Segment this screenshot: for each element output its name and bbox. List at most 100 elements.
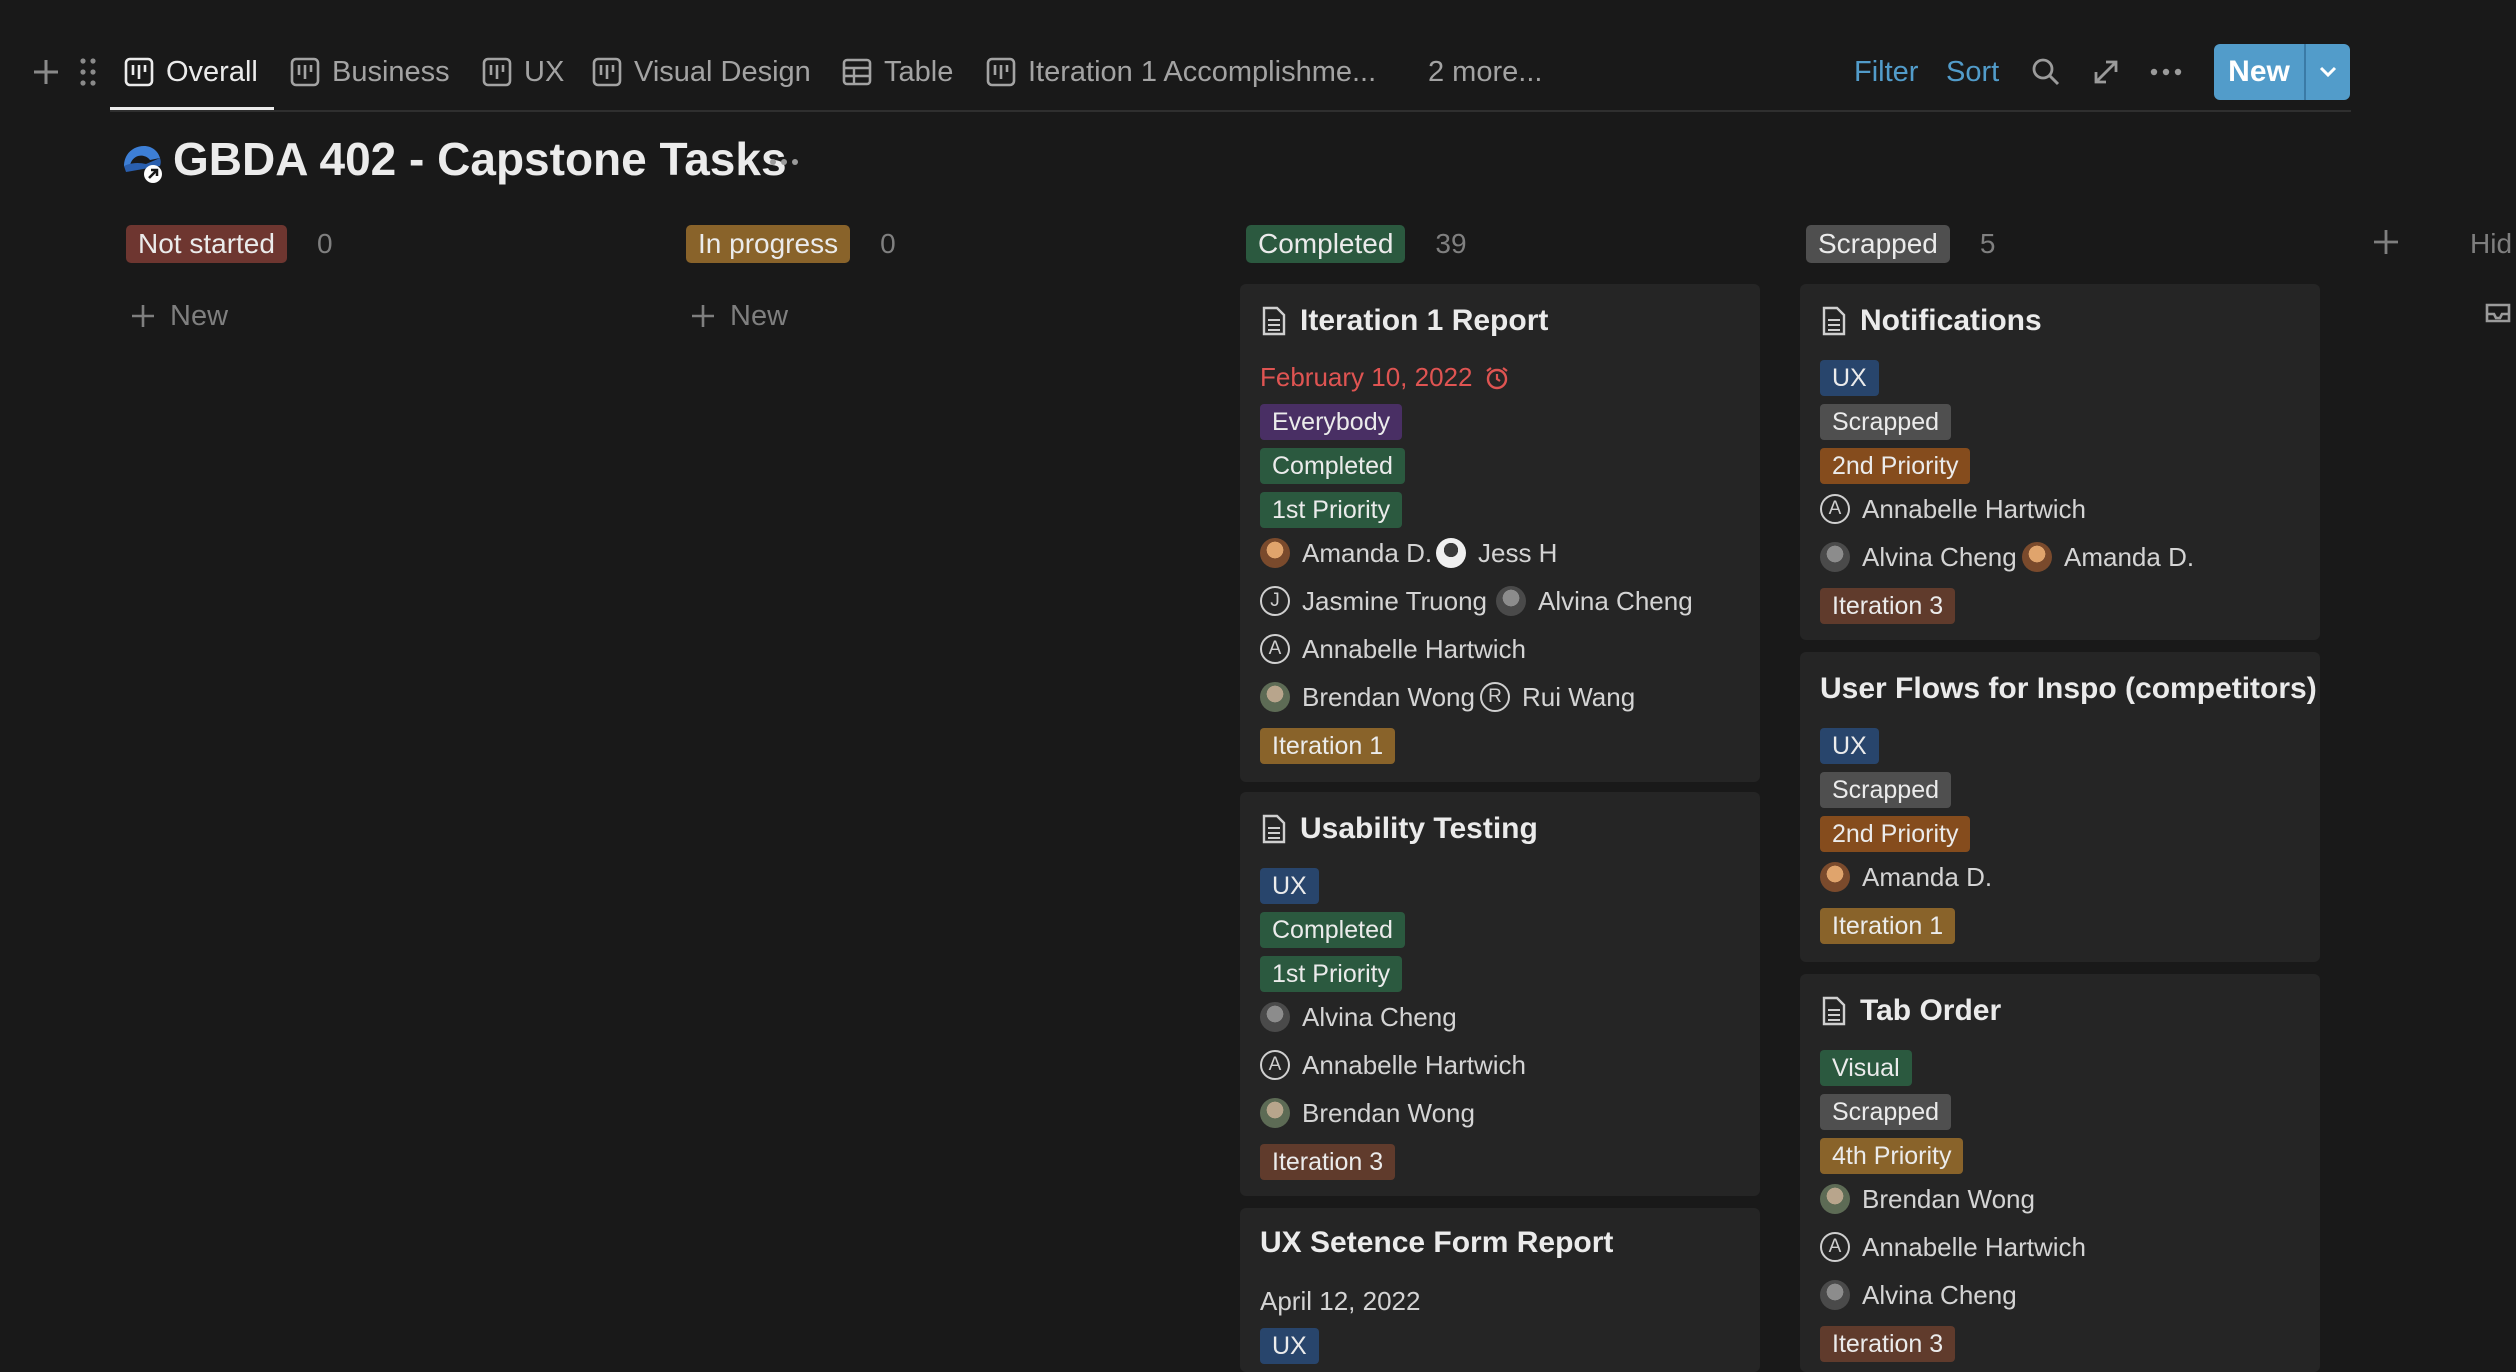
priority-tag: 2nd Priority — [1820, 816, 1971, 852]
avatar — [1436, 538, 1466, 568]
view-tabbar: Overall Business UX Visual Design Table … — [0, 0, 2516, 112]
page-icon — [1262, 814, 1286, 844]
assignee: A Annabelle Hartwich — [1260, 632, 1526, 666]
add-new-in-progress[interactable]: New — [690, 296, 788, 336]
card-usability-testing[interactable]: Usability Testing UX Completed 1st Prior… — [1240, 792, 1760, 1196]
tab-visual-design[interactable]: Visual Design — [592, 50, 811, 94]
avatar — [1820, 1280, 1850, 1310]
team-tag: UX — [1820, 728, 1879, 764]
assignee-name: Alvina Cheng — [1302, 1001, 1457, 1032]
assignee: Jess H — [1436, 536, 1557, 570]
add-group-icon[interactable] — [2368, 224, 2404, 260]
tab-table[interactable]: Table — [842, 50, 953, 94]
table-view-icon — [842, 58, 872, 86]
card-iteration-1-report[interactable]: Iteration 1 Report February 10, 2022 Eve… — [1240, 284, 1760, 782]
tab-label: Business — [332, 55, 450, 88]
sort-button[interactable]: Sort — [1946, 50, 1999, 94]
assignee-name: Alvina Cheng — [1862, 541, 2017, 572]
plus-icon — [132, 305, 154, 327]
assignee-name: Annabelle Hartwich — [1862, 493, 2087, 524]
card-title: Tab Order — [1822, 994, 2001, 1028]
priority-tag: 1st Priority — [1260, 492, 1403, 528]
more-views-button[interactable]: 2 more... — [1428, 50, 1542, 94]
card-notifications[interactable]: Notifications UX Scrapped 2nd Priority A… — [1800, 284, 2320, 640]
status-tag: Completed — [1260, 448, 1405, 484]
add-view-icon[interactable] — [28, 54, 64, 90]
plus-icon — [692, 305, 714, 327]
status-label: Scrapped — [1806, 225, 1950, 263]
card-title: Usability Testing — [1262, 812, 1538, 846]
assignee-name: Jasmine Truong — [1302, 585, 1487, 616]
expand-icon[interactable] — [2088, 54, 2124, 90]
assignee: J Jasmine Truong — [1260, 584, 1487, 618]
assignee: Brendan Wong — [1820, 1182, 2035, 1216]
iteration-tag: Iteration 1 — [1820, 908, 1956, 944]
priority-tag: 2nd Priority — [1820, 448, 1971, 484]
inbox-icon[interactable] — [2480, 294, 2516, 330]
avatar — [1260, 1002, 1290, 1032]
assignee-name: Brendan Wong — [1302, 1097, 1475, 1128]
assignee-name: Brendan Wong — [1302, 681, 1475, 712]
tabbar-divider — [110, 110, 2351, 112]
assignee: Alvina Cheng — [1820, 540, 2017, 574]
assignee: Amanda D. — [1820, 860, 1992, 894]
card-user-flows[interactable]: User Flows for Inspo (competitors) UX Sc… — [1800, 652, 2320, 962]
assignee: Brendan Wong — [1260, 1096, 1475, 1130]
column-header-not-started[interactable]: Not started 0 — [126, 224, 333, 264]
new-item-button[interactable]: New — [2214, 44, 2350, 100]
add-new-not-started[interactable]: New — [130, 296, 228, 336]
tab-label: UX — [524, 55, 565, 88]
avatar: A — [1820, 1232, 1850, 1262]
card-title-text: User Flows for Inspo (competitors) — [1820, 672, 2317, 705]
column-header-in-progress[interactable]: In progress 0 — [686, 224, 896, 264]
due-date: February 10, 2022 — [1260, 362, 1510, 393]
search-icon[interactable] — [2028, 54, 2064, 90]
page-icon — [1822, 996, 1846, 1026]
assignee: R Rui Wang — [1480, 680, 1635, 714]
assignee-name: Amanda D. — [1302, 537, 1433, 568]
card-title: Iteration 1 Report — [1262, 304, 1548, 338]
iteration-tag: Iteration 3 — [1820, 1326, 1956, 1362]
due-date-text: April 12, 2022 — [1260, 1286, 1421, 1316]
card-tab-order[interactable]: Tab Order Visual Scrapped 4th Priority B… — [1800, 974, 2320, 1372]
column-header-completed[interactable]: Completed 39 — [1246, 224, 1467, 264]
card-title: Notifications — [1822, 304, 2042, 338]
tab-overall[interactable]: Overall — [124, 50, 258, 94]
page-icon[interactable] — [120, 140, 166, 186]
status-tag: Scrapped — [1820, 772, 1952, 808]
new-button-label[interactable]: New — [2214, 44, 2304, 100]
drag-handle-icon[interactable] — [76, 54, 100, 90]
column-count: 5 — [1979, 228, 1996, 259]
team-tag: Visual — [1820, 1050, 1912, 1086]
card-title-text: Tab Order — [1860, 994, 2002, 1027]
card-ux-sentence-form-report[interactable]: UX Setence Form Report April 12, 2022 UX — [1240, 1208, 1760, 1372]
board-view-icon — [986, 57, 1016, 87]
tab-label: Table — [884, 55, 954, 88]
avatar — [1260, 538, 1290, 568]
assignee: Alvina Cheng — [1260, 1000, 1457, 1034]
chevron-down-icon[interactable] — [2306, 44, 2350, 100]
tab-iteration-1-accomplishments[interactable]: Iteration 1 Accomplishme... — [986, 50, 1376, 94]
filter-button[interactable]: Filter — [1854, 50, 1918, 94]
tab-ux[interactable]: UX — [482, 50, 564, 94]
add-new-label: New — [730, 299, 789, 332]
assignee-name: Annabelle Hartwich — [1302, 1049, 1527, 1080]
hidden-groups-label[interactable]: Hid — [2470, 228, 2512, 260]
iteration-tag: Iteration 3 — [1820, 588, 1956, 624]
card-title-text: Iteration 1 Report — [1300, 304, 1549, 337]
assignee-name: Alvina Cheng — [1538, 585, 1693, 616]
status-label: Not started — [126, 225, 287, 263]
assignee: Alvina Cheng — [1820, 1278, 2017, 1312]
more-options-icon[interactable] — [2146, 54, 2186, 90]
avatar — [1820, 1184, 1850, 1214]
assignee: Amanda D. — [1260, 536, 1432, 570]
title-options-icon[interactable] — [766, 150, 802, 174]
tab-business[interactable]: Business — [290, 50, 450, 94]
avatar: J — [1260, 586, 1290, 616]
column-header-scrapped[interactable]: Scrapped 5 — [1806, 224, 1995, 264]
assignee-name: Alvina Cheng — [1862, 1279, 2017, 1310]
priority-tag: 1st Priority — [1260, 956, 1403, 992]
avatar — [1496, 586, 1526, 616]
card-title: UX Setence Form Report — [1260, 1226, 1613, 1260]
assignee-name: Brendan Wong — [1862, 1183, 2035, 1214]
